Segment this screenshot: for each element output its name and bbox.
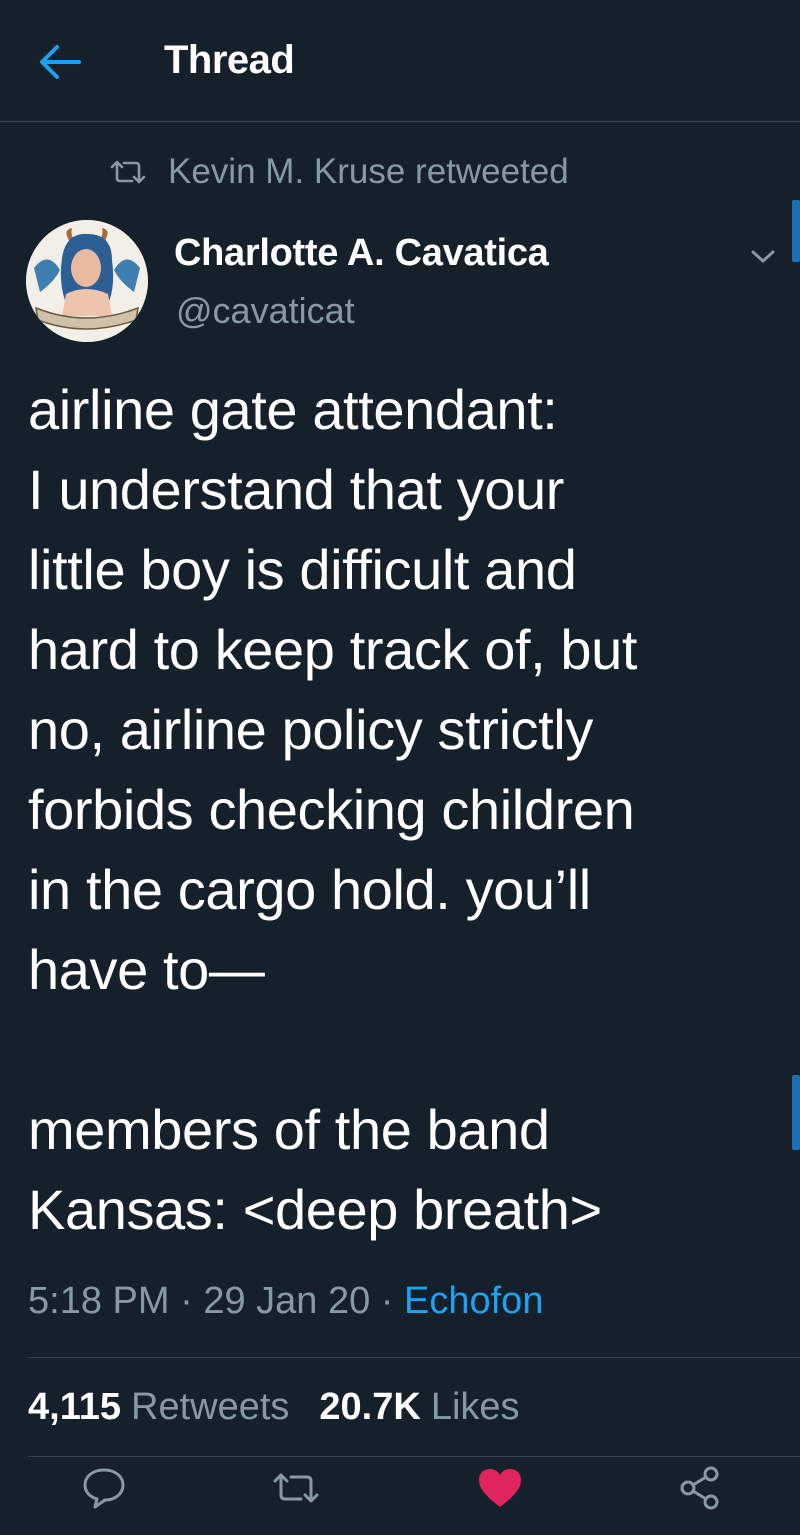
tweet-time[interactable]: 5:18 PM [28, 1280, 170, 1322]
likes-stat[interactable]: 20.7K Likes [319, 1386, 519, 1429]
page-title: Thread [164, 38, 295, 82]
retweets-label: Retweets [131, 1386, 290, 1428]
scroll-indicator-top [792, 200, 800, 262]
share-nodes-icon [680, 1466, 719, 1510]
retweets-stat[interactable]: 4,115 Retweets [28, 1386, 289, 1429]
tweet-line: Kansas: <deep breath> [28, 1178, 602, 1241]
likes-count: 20.7K [319, 1386, 421, 1428]
like-button[interactable] [472, 1460, 528, 1516]
divider [28, 1357, 800, 1358]
more-options-button[interactable] [746, 244, 780, 270]
tweet-line: forbids checking children [28, 778, 635, 841]
avatar-illustration [26, 220, 148, 342]
tweet-line: little boy is difficult and [28, 538, 577, 601]
tweet-line: in the cargo hold. you’ll [28, 858, 591, 921]
chevron-down-icon [751, 250, 775, 263]
retweets-count: 4,115 [28, 1386, 121, 1428]
top-bar: Thread [0, 0, 800, 122]
meta-separator: · [380, 1280, 394, 1322]
back-button[interactable] [36, 42, 82, 82]
tweet-line: have to— [28, 938, 265, 1001]
tweet-date[interactable]: 29 Jan 20 [203, 1280, 370, 1322]
share-button[interactable] [672, 1460, 728, 1516]
author-display-name[interactable]: Charlotte A. Cavatica [174, 232, 549, 275]
tweet-line: no, airline policy strictly [28, 698, 593, 761]
retweet-context[interactable]: Kevin M. Kruse retweeted [108, 150, 569, 194]
divider [28, 1456, 800, 1457]
reply-button[interactable] [76, 1460, 132, 1516]
engagement-stats: 4,115 Retweets 20.7K Likes [28, 1386, 550, 1429]
tweet-line: airline gate attendant: [28, 378, 558, 441]
retweet-arrows-icon [273, 1473, 319, 1503]
heart-icon [479, 1469, 521, 1507]
likes-label: Likes [430, 1386, 520, 1428]
tweet-line: members of the band [28, 1098, 550, 1161]
speech-bubble-icon [83, 1468, 125, 1509]
back-arrow-icon [40, 45, 81, 79]
avatar[interactable] [26, 220, 148, 342]
author-handle[interactable]: @cavaticat [176, 290, 355, 332]
tweet-metadata: 5:18 PM · 29 Jan 20 · Echofon [28, 1280, 543, 1323]
tweet-line: hard to keep track of, but [28, 618, 638, 681]
retweet-icon [108, 158, 148, 186]
tweet-line: I understand that your [28, 458, 564, 521]
tweet-text: airline gate attendant: I understand tha… [28, 370, 798, 1250]
retweet-context-label: Kevin M. Kruse retweeted [168, 152, 569, 191]
meta-separator: · [180, 1280, 193, 1322]
tweet-source-link[interactable]: Echofon [404, 1280, 543, 1322]
retweet-button[interactable] [268, 1460, 324, 1516]
